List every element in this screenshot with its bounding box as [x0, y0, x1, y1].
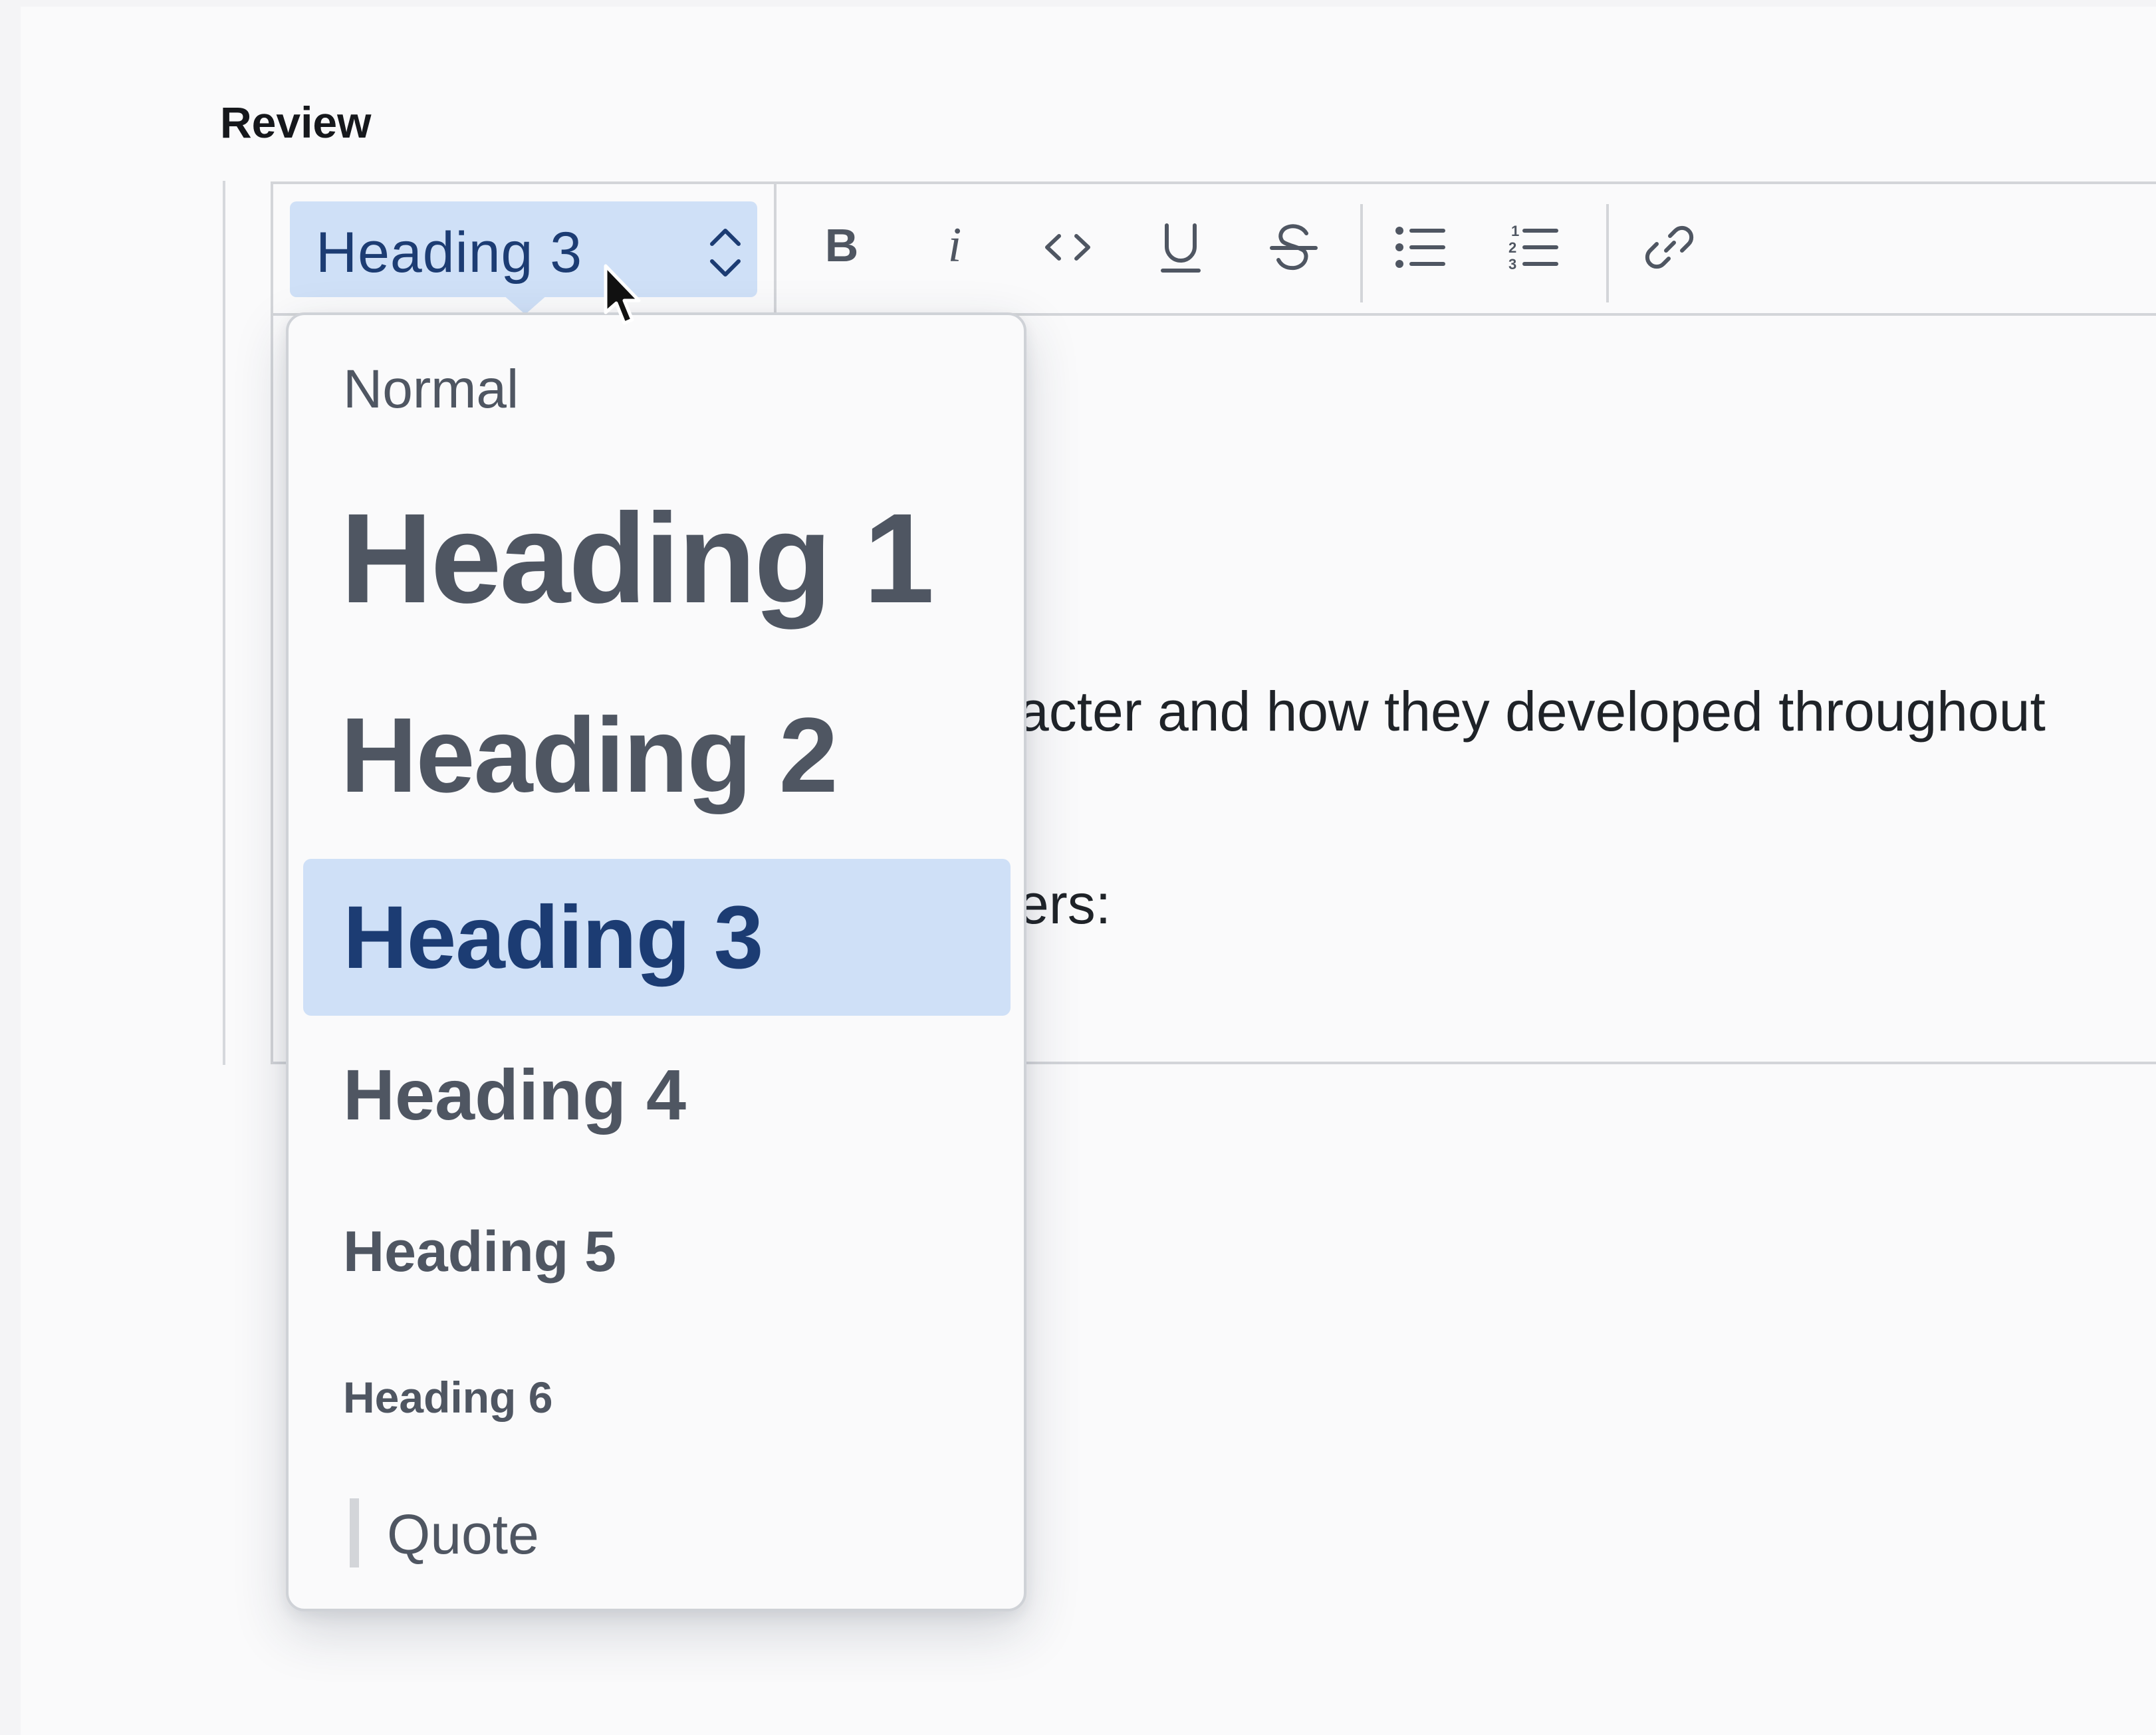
underline-button[interactable] [1144, 211, 1217, 284]
chevron-up-down-icon [710, 229, 741, 277]
italic-button[interactable]: i [918, 211, 991, 284]
menu-item-label: Heading 6 [343, 1373, 553, 1422]
menu-item-label: Quote [387, 1503, 539, 1565]
bold-button[interactable]: B [805, 211, 878, 284]
bulleted-list-icon [1395, 227, 1445, 268]
menu-item-label: Heading 3 [343, 888, 763, 987]
menu-item-heading-5[interactable]: Heading 5 [289, 1219, 1024, 1292]
menu-item-label: Heading 2 [340, 695, 838, 814]
editor-text-line[interactable]: ers: [1018, 872, 1111, 937]
toolbar-divider [774, 184, 777, 316]
bold-icon: B [825, 219, 859, 271]
menu-item-label: Heading 5 [343, 1220, 616, 1284]
menu-item-heading-1[interactable]: Heading 1 [289, 485, 1024, 637]
svg-text:3: 3 [1508, 256, 1516, 273]
menu-item-quote[interactable]: Quote [289, 1498, 1024, 1578]
editor-text-line[interactable]: acter and how they developed throughout [1018, 679, 2046, 744]
field-left-rule [223, 181, 225, 1065]
menu-item-label: Heading 4 [343, 1054, 687, 1135]
block-type-menu: Normal Heading 1 Heading 2 Heading 3 Hea… [286, 312, 1026, 1611]
menu-item-heading-4[interactable]: Heading 4 [289, 1053, 1024, 1146]
svg-text:2: 2 [1508, 239, 1516, 256]
mouse-cursor-icon [604, 264, 641, 325]
link-icon [1645, 225, 1694, 269]
menu-item-normal[interactable]: Normal [289, 358, 1024, 431]
dropdown-pointer [503, 294, 548, 314]
svg-text:i: i [948, 218, 962, 273]
strikethrough-icon [1270, 224, 1318, 271]
menu-item-heading-6[interactable]: Heading 6 [289, 1372, 1024, 1432]
block-type-value: Heading 3 [316, 221, 583, 285]
code-button[interactable] [1031, 211, 1104, 284]
menu-item-heading-3[interactable]: Heading 3 [303, 859, 1011, 1016]
numbered-list-icon: 1 2 3 [1508, 223, 1558, 273]
link-button[interactable] [1633, 211, 1706, 284]
block-type-select[interactable]: Heading 3 [290, 201, 757, 314]
toolbar-separator [1606, 204, 1609, 302]
numbered-list-button[interactable]: 1 2 3 [1497, 211, 1570, 284]
italic-icon: i [948, 218, 962, 273]
menu-item-heading-2[interactable]: Heading 2 [289, 694, 1024, 820]
underline-icon [1161, 223, 1201, 273]
field-label: Review [220, 98, 372, 147]
editor-toolbar: Heading 3 B i 1 2 3 [273, 184, 2156, 316]
toolbar-separator [1360, 204, 1363, 302]
svg-text:1: 1 [1511, 223, 1519, 239]
strikethrough-button[interactable] [1257, 211, 1330, 284]
quote-bar [350, 1498, 359, 1567]
svg-text:B: B [825, 219, 859, 271]
code-icon [1045, 234, 1090, 261]
menu-item-label: Heading 1 [340, 487, 935, 630]
bulleted-list-button[interactable] [1383, 211, 1457, 284]
menu-item-label: Normal [343, 359, 519, 419]
